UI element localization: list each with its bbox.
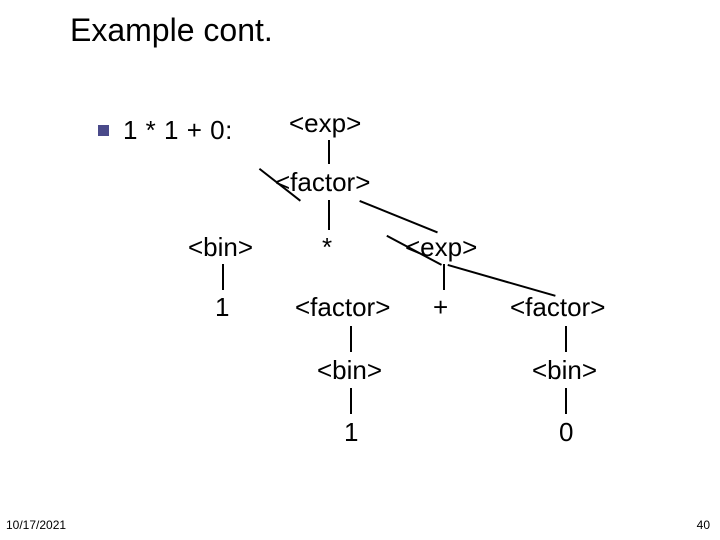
footer-date: 10/17/2021: [6, 518, 66, 532]
tree-line: [565, 388, 567, 414]
footer-page-number: 40: [697, 518, 710, 532]
node-exp-right: <exp>: [405, 232, 477, 263]
node-bin-mid: <bin>: [317, 355, 382, 386]
tree-line: [350, 326, 352, 352]
tree-line: [222, 264, 224, 290]
node-zero-right: 0: [559, 417, 573, 448]
node-one-mid: 1: [344, 417, 358, 448]
tree-line: [350, 388, 352, 414]
node-factor-right: <factor>: [510, 292, 605, 323]
node-star: *: [322, 232, 332, 263]
parse-tree: <exp> <factor> <bin> * <exp> 1 <factor> …: [0, 0, 720, 540]
tree-line: [359, 200, 438, 233]
tree-line: [565, 326, 567, 352]
node-bin-left: <bin>: [188, 232, 253, 263]
node-exp-root: <exp>: [289, 108, 361, 139]
tree-line: [328, 140, 330, 164]
node-one-left: 1: [215, 292, 229, 323]
node-factor-mid: <factor>: [295, 292, 390, 323]
slide: Example cont. 1 * 1 + 0: <exp> <factor> …: [0, 0, 720, 540]
node-plus: +: [433, 292, 448, 323]
tree-line: [443, 264, 445, 290]
node-bin-right: <bin>: [532, 355, 597, 386]
tree-line: [328, 200, 330, 230]
